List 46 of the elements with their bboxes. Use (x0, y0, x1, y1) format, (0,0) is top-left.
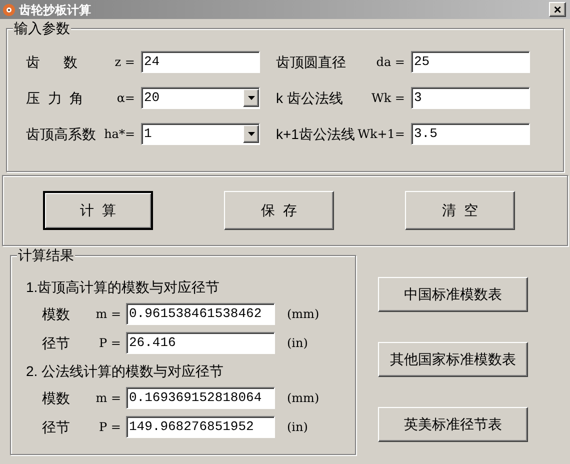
field-label: 径节 (42, 418, 70, 436)
close-button[interactable]: × (549, 2, 566, 17)
field-label: 齿顶高系数 (26, 124, 96, 144)
symbol-label: P = (99, 419, 122, 436)
action-button[interactable]: 保 存 (224, 191, 334, 230)
dropdown[interactable]: 1 (141, 123, 260, 145)
symbol-label: ha*= (104, 126, 136, 143)
unit-label: (mm) (287, 390, 320, 407)
symbol-label: Wk = (372, 90, 406, 107)
field-label: 齿顶圆直径 (276, 52, 346, 72)
symbol-label: z = (114, 54, 136, 71)
input-field[interactable]: 149.968276851952 (126, 416, 275, 438)
input-field[interactable]: 0.169369152818064 (126, 387, 275, 409)
section-heading: 2. 公法线计算的模数与对应径节 (26, 362, 225, 380)
unit-label: (in) (287, 419, 308, 436)
group-title: 输入参数 (13, 20, 71, 36)
field-label: 压 力 角 (26, 88, 84, 108)
symbol-label: da = (376, 54, 406, 71)
symbol-label: P = (99, 335, 122, 352)
field-label: k 齿公法线 (276, 88, 343, 108)
action-button[interactable]: 计 算 (43, 191, 153, 230)
input-field[interactable]: 0.961538461538462 (126, 303, 275, 325)
window-title: 齿轮抄板计算 (19, 2, 91, 18)
table-button[interactable]: 其他国家标准模数表 (378, 342, 528, 377)
field-label: 径节 (42, 334, 70, 352)
action-button[interactable]: 清 空 (405, 191, 515, 230)
dropdown[interactable]: 20 (141, 87, 260, 109)
field-label: 模数 (42, 304, 70, 324)
unit-label: (in) (287, 335, 308, 352)
input-field[interactable]: 24 (141, 51, 260, 73)
field-label: 模数 (42, 388, 70, 408)
symbol-label: m = (96, 306, 122, 323)
table-button[interactable]: 中国标准模数表 (378, 277, 528, 312)
section-heading: 1.齿顶高计算的模数与对应径节 (26, 278, 221, 296)
field-label: 齿 数 (26, 52, 78, 72)
table-button[interactable]: 英美标准径节表 (378, 407, 528, 442)
group-title: 计算结果 (17, 247, 75, 263)
input-field[interactable]: 3 (411, 87, 530, 109)
unit-label: (mm) (287, 306, 320, 323)
input-field[interactable]: 25 (411, 51, 530, 73)
symbol-label: α= (116, 90, 136, 107)
symbol-label: m = (96, 390, 122, 407)
symbol-label: Wk+1= (358, 126, 406, 143)
input-field[interactable]: 3.5 (411, 123, 530, 145)
input-field[interactable]: 26.416 (126, 332, 275, 354)
field-label: k+1齿公法线 (276, 124, 355, 144)
